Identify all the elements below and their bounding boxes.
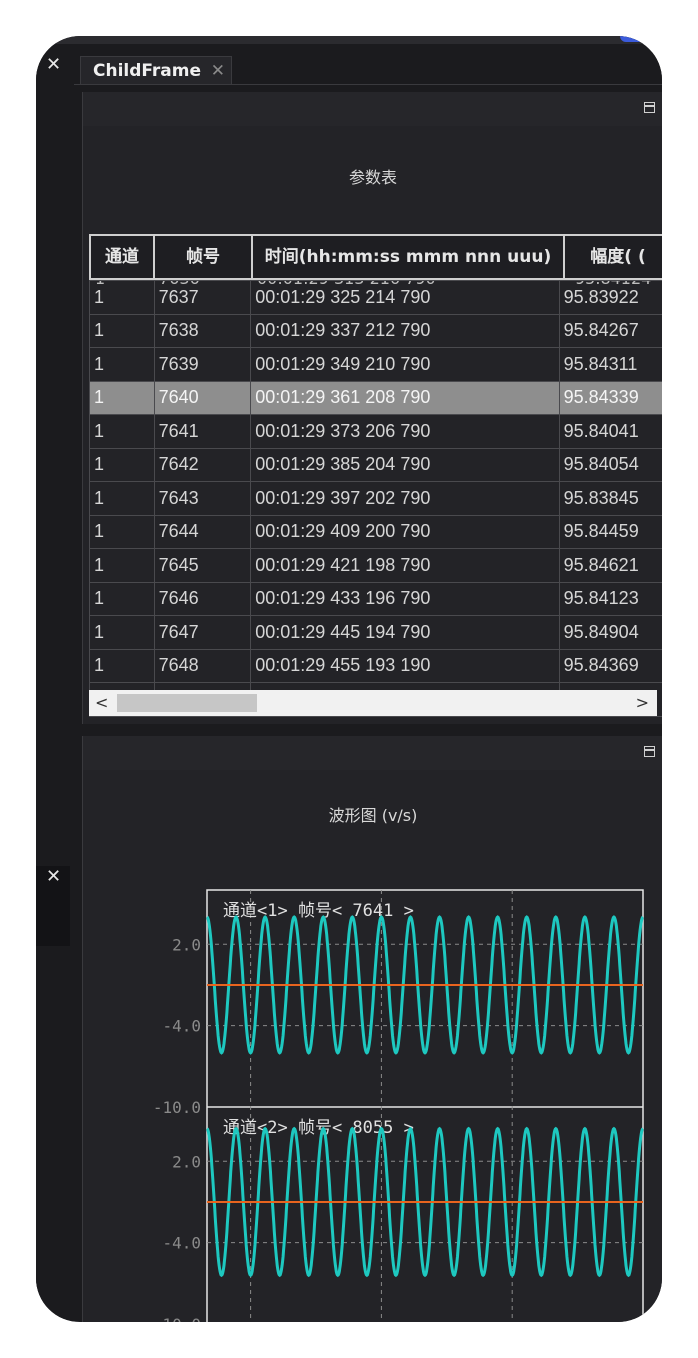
horizontal-scrollbar[interactable]: < >	[89, 690, 657, 716]
scrollbar-thumb[interactable]	[117, 694, 257, 712]
cell-amplitude: 95.84054	[558, 447, 662, 482]
tab-bar: ChildFrame ✕	[74, 52, 662, 85]
cell-frame: 7648	[153, 648, 252, 683]
top-toolbar-strip	[36, 36, 662, 44]
tab-close-icon[interactable]: ✕	[211, 57, 225, 85]
cell-channel: 1	[89, 648, 155, 683]
plot-frame	[206, 889, 644, 1322]
table-title: 参数表	[348, 168, 397, 187]
cell-frame: 7640	[153, 380, 252, 415]
cell-amplitude: 95.84041	[558, 414, 662, 449]
y-tick-label: -10.0	[153, 1098, 201, 1117]
cell-time: 00:01:29 433 196 790	[250, 581, 560, 616]
cell-channel: 1	[89, 581, 155, 616]
cell-channel: 1	[89, 313, 155, 348]
scroll-left-icon[interactable]: <	[95, 693, 108, 712]
header-channel[interactable]: 通道	[89, 234, 155, 280]
cell-frame: 7641	[153, 414, 252, 449]
y-tick-label: -4.0	[162, 1234, 201, 1253]
cell-channel: 1	[89, 280, 155, 315]
cell-frame: 7644	[153, 514, 252, 549]
cell-channel: 1	[89, 447, 155, 482]
cell-frame: 7642	[153, 447, 252, 482]
dock-close-icon-2[interactable]: ✕	[46, 868, 61, 886]
cell-frame: 7646	[153, 581, 252, 616]
cell-channel: 1	[89, 615, 155, 650]
cell-amplitude: 95.84311	[558, 347, 662, 382]
table-row[interactable]: 1 7644 00:01:29 409 200 790 95.84459	[89, 514, 662, 549]
waveform-chart: 99.8399.2698.6998.0通道<1> 帧号< 7641 >2.0-4…	[153, 889, 644, 1322]
tab-title: ChildFrame	[93, 61, 202, 81]
y-tick-label: -10.0	[153, 1315, 201, 1322]
table-row[interactable]: 1 7638 00:01:29 337 212 790 95.84267	[89, 313, 662, 348]
cell-amplitude: 95.84369	[558, 648, 662, 683]
cell-amplitude: 95.83845	[558, 481, 662, 516]
cell-time: 00:01:29 361 208 790	[250, 380, 560, 415]
cell-channel: 1	[89, 548, 155, 583]
table-row[interactable]: 1 7642 00:01:29 385 204 790 95.84054	[89, 447, 662, 482]
table-row[interactable]: 1 7646 00:01:29 433 196 790 95.84123	[89, 581, 662, 616]
y-tick-label: 2.0	[172, 1152, 201, 1171]
cell-time: 00:01:29 325 214 790	[250, 280, 560, 315]
cell-frame: 7643	[153, 481, 252, 516]
cell-frame: 7638	[153, 313, 252, 348]
table-row[interactable]: 1 7648 00:01:29 455 193 190 95.84369	[89, 648, 662, 683]
cell-time: 00:01:29 421 198 790	[250, 548, 560, 583]
header-time[interactable]: 时间(hh:mm:ss mmm nnn uuu)	[251, 234, 565, 280]
restore-window-icon[interactable]	[644, 102, 655, 113]
cell-frame: 7645	[153, 548, 252, 583]
cell-amplitude: 95.84621	[558, 548, 662, 583]
table-row[interactable]: 1 7643 00:01:29 397 202 790 95.83845	[89, 481, 662, 516]
cell-time: 00:01:29 373 206 790	[250, 414, 560, 449]
table-row[interactable]: 1 7637 00:01:29 325 214 790 95.83922	[89, 280, 662, 315]
toolbar-indicator	[620, 36, 654, 42]
panel-label: 通道<1> 帧号< 7641 >	[223, 901, 414, 921]
cell-time: 00:01:29 455 193 190	[250, 648, 560, 683]
table-row[interactable]: 1 7641 00:01:29 373 206 790 95.84041	[89, 414, 662, 449]
cell-amplitude: 95.84459	[558, 514, 662, 549]
cell-frame: 7637	[153, 280, 252, 315]
cell-frame: 7639	[153, 347, 252, 382]
cell-time: 00:01:29 445 194 790	[250, 615, 560, 650]
table-row[interactable]: 1 7639 00:01:29 349 210 790 95.84311	[89, 347, 662, 382]
table-row[interactable]: 1 7640 00:01:29 361 208 790 95.84339	[89, 380, 662, 415]
left-dock-bar	[36, 44, 74, 1322]
y-tick-label: -4.0	[162, 1017, 201, 1036]
cell-amplitude: 95.84339	[558, 380, 662, 415]
tab-childframe[interactable]: ChildFrame ✕	[80, 56, 232, 84]
parameter-table: 1 7637 00:01:29 325 214 790 95.83922 1 7638 00…	[89, 280, 662, 717]
pane-titlebar	[83, 92, 662, 126]
cell-channel: 1	[89, 347, 155, 382]
cell-amplitude: 95.84267	[558, 313, 662, 348]
cell-time: 00:01:29 337 212 790	[250, 313, 560, 348]
cell-time: 00:01:29 397 202 790	[250, 481, 560, 516]
cell-frame: 7647	[153, 615, 252, 650]
cell-amplitude: 95.84123	[558, 581, 662, 616]
panel-label: 通道<2> 帧号< 8055 >	[223, 1118, 414, 1138]
cell-channel: 1	[89, 481, 155, 516]
cell-amplitude: 95.84904	[558, 615, 662, 650]
app-window: ✕ ✕ ChildFrame ✕ 参数表 通道 帧号 时间(hh:mm:ss m…	[36, 36, 662, 1322]
y-tick-label: 2.0	[172, 935, 201, 954]
header-amplitude[interactable]: 幅度( (	[563, 234, 662, 280]
cell-time: 00:01:29 409 200 790	[250, 514, 560, 549]
cell-time: 00:01:29 349 210 790	[250, 347, 560, 382]
table-row[interactable]: 1 7647 00:01:29 445 194 790 95.84904	[89, 615, 662, 650]
dock-close-icon[interactable]: ✕	[46, 56, 61, 74]
table-row[interactable]: 1 7645 00:01:29 421 198 790 95.84621	[89, 548, 662, 583]
parameter-table-pane: 参数表 通道 帧号 时间(hh:mm:ss mmm nnn uuu) 幅度( (…	[82, 92, 662, 724]
cell-time: 00:01:29 385 204 790	[250, 447, 560, 482]
scroll-right-icon[interactable]: >	[636, 693, 649, 712]
cell-channel: 1	[89, 380, 155, 415]
cell-channel: 1	[89, 414, 155, 449]
cell-amplitude: 95.83922	[558, 280, 662, 315]
waveform-pane: 波形图 (v/s) 99.8399.2698.6998.0通道<1> 帧号< 7…	[82, 736, 662, 1322]
cell-channel: 1	[89, 514, 155, 549]
header-frame[interactable]: 帧号	[153, 234, 253, 280]
